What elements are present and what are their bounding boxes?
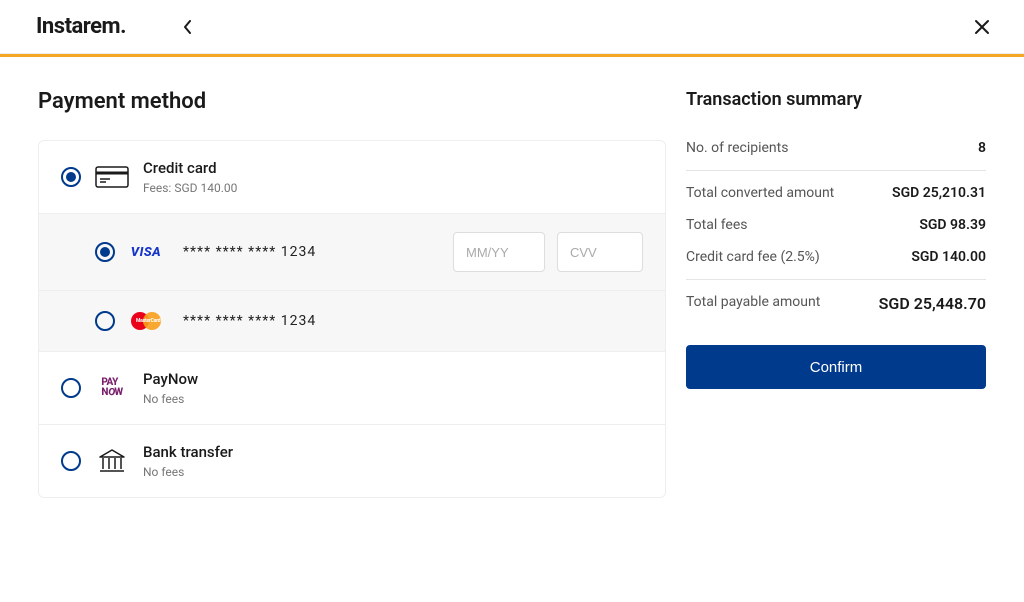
method-paynow[interactable]: PAYNOW PayNow No fees xyxy=(39,352,665,425)
radio-paynow[interactable] xyxy=(61,378,81,398)
method-text: Bank transfer No fees xyxy=(143,443,233,479)
confirm-button[interactable]: Confirm xyxy=(686,345,986,389)
method-title: Credit card xyxy=(143,159,237,177)
logo: Instarem. xyxy=(36,14,126,39)
method-fees: Fees: SGD 140.00 xyxy=(143,181,237,195)
divider xyxy=(686,279,986,280)
summary-fees: Total fees SGD 98.39 xyxy=(686,209,986,241)
summary-value: SGD 140.00 xyxy=(911,249,986,265)
radio-credit-card[interactable] xyxy=(61,167,81,187)
visa-logo: VISA xyxy=(129,240,163,264)
close-button[interactable] xyxy=(970,15,994,39)
method-fees: No fees xyxy=(143,392,198,406)
summary-value: 8 xyxy=(978,140,986,156)
method-title: Bank transfer xyxy=(143,443,233,461)
card-cvv-input[interactable] xyxy=(557,232,643,272)
saved-card-visa[interactable]: VISA **** **** **** 1234 xyxy=(39,214,665,291)
summary-label: No. of recipients xyxy=(686,140,788,156)
radio-mastercard[interactable] xyxy=(95,311,115,331)
summary-cc-fee: Credit card fee (2.5%) SGD 140.00 xyxy=(686,241,986,273)
payment-methods-column: Payment method Credit card Fees: SGD 140… xyxy=(38,89,666,498)
summary-value: SGD 25,448.70 xyxy=(879,294,986,313)
content: Payment method Credit card Fees: SGD 140… xyxy=(0,57,1024,498)
method-credit-card[interactable]: Credit card Fees: SGD 140.00 xyxy=(39,141,665,214)
card-masked-number: **** **** **** 1234 xyxy=(183,244,316,260)
summary-value: SGD 98.39 xyxy=(919,217,986,233)
transaction-summary: Transaction summary No. of recipients 8 … xyxy=(686,89,986,498)
summary-label: Credit card fee (2.5%) xyxy=(686,249,820,265)
page-title: Payment method xyxy=(38,89,666,114)
card-expiry-input[interactable] xyxy=(453,232,545,272)
summary-label: Total payable amount xyxy=(686,294,820,313)
method-text: Credit card Fees: SGD 140.00 xyxy=(143,159,237,195)
close-icon xyxy=(974,19,990,35)
saved-card-mastercard[interactable]: MasterCard **** **** **** 1234 xyxy=(39,291,665,352)
method-bank-transfer[interactable]: Bank transfer No fees xyxy=(39,425,665,497)
summary-total: Total payable amount SGD 25,448.70 xyxy=(686,286,986,321)
header-left: Instarem. xyxy=(36,14,200,39)
summary-value: SGD 25,210.31 xyxy=(892,185,986,201)
credit-card-icon xyxy=(95,165,129,189)
bank-icon xyxy=(95,449,129,473)
summary-label: Total fees xyxy=(686,217,748,233)
radio-visa-card[interactable] xyxy=(95,242,115,262)
method-fees: No fees xyxy=(143,465,233,479)
summary-converted: Total converted amount SGD 25,210.31 xyxy=(686,177,986,209)
summary-recipients: No. of recipients 8 xyxy=(686,132,986,164)
summary-label: Total converted amount xyxy=(686,185,834,201)
card-inputs xyxy=(453,232,643,272)
paynow-logo: PAYNOW xyxy=(95,376,129,400)
divider xyxy=(686,170,986,171)
radio-bank-transfer[interactable] xyxy=(61,451,81,471)
back-button[interactable] xyxy=(176,15,200,39)
payment-method-list: Credit card Fees: SGD 140.00 VISA **** *… xyxy=(38,140,666,498)
chevron-left-icon xyxy=(183,20,193,34)
card-masked-number: **** **** **** 1234 xyxy=(183,313,316,329)
header: Instarem. xyxy=(0,0,1024,54)
method-text: PayNow No fees xyxy=(143,370,198,406)
mastercard-logo: MasterCard xyxy=(129,309,163,333)
method-title: PayNow xyxy=(143,370,198,388)
summary-title: Transaction summary xyxy=(686,89,986,110)
